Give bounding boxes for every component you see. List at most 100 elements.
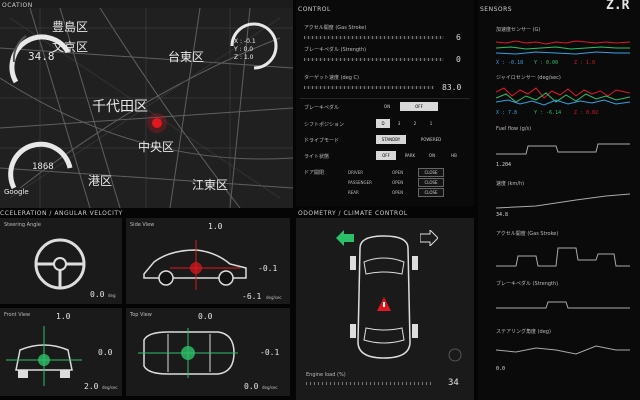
car-side-icon <box>143 240 247 290</box>
map-ward-label: 江東区 <box>192 178 229 192</box>
target-speed-value: 83.0 <box>442 83 462 92</box>
drive-powered-button[interactable]: POWERED <box>416 135 446 144</box>
top-view: Top View 0.0 -0.1 0.0 deg/sec <box>126 308 290 396</box>
turn-right-icon[interactable] <box>420 230 438 246</box>
control-panel: CONTROL アクセル開度 (Gas Stroke) 6 ブレーキペダル (S… <box>296 0 474 206</box>
door-passenger-state: OPEN <box>392 180 404 185</box>
front-unit: deg/sec <box>102 385 118 390</box>
top-unit: deg/sec <box>262 385 278 390</box>
front-view-label: Front View <box>4 312 31 318</box>
fuel-flow-graph <box>496 143 630 155</box>
brake-graph <box>496 301 630 309</box>
side-z-value: 1.0 <box>208 222 223 231</box>
engine-load-bar <box>306 382 432 385</box>
light-off-button[interactable]: OFF <box>376 151 396 160</box>
brake-on-button[interactable]: ON <box>376 102 398 111</box>
steering-wheel-icon <box>34 238 86 290</box>
target-speed-label: ターゲット速度 (deg C) <box>304 75 359 81</box>
steering-graph <box>496 345 630 355</box>
speed-sensor-value: 34.8 <box>496 212 509 218</box>
side-view-label: Side View <box>130 222 155 228</box>
brake-off-button[interactable]: OFF <box>400 102 438 111</box>
speed-value: 34.8 <box>28 50 55 63</box>
drive-standby-button[interactable]: STANDBY <box>376 135 406 144</box>
target-speed-slider[interactable] <box>304 86 434 89</box>
door-rear-state: OPEN <box>392 190 404 195</box>
divider <box>300 98 470 99</box>
car-front-icon <box>6 326 82 386</box>
odometry-view: Engine load (%) 34 <box>296 218 474 400</box>
top-angle-value: 0.0 <box>244 382 259 391</box>
shift-1-button[interactable]: 1 <box>424 119 438 128</box>
front-z-value: 1.0 <box>56 312 71 321</box>
door-label: ドア開閉 <box>304 170 325 176</box>
shift-3-button[interactable]: 3 <box>392 119 406 128</box>
accel-sensor-label: 加速度センサー (G) <box>496 27 541 33</box>
side-unit: deg/sec <box>266 295 282 300</box>
door-driver-name: DRIVER <box>348 170 364 175</box>
sensors-panel: SENSORS Z.R 加速度センサー (G) X : -0.18 Y : 0.… <box>478 0 640 400</box>
map-accel-x: X : -0.1 <box>234 38 256 45</box>
door-passenger-name: PASSENGER <box>348 180 372 185</box>
speed-sensor-label: 速度 (km/h) <box>496 181 525 187</box>
shift-2-button[interactable]: 2 <box>408 119 422 128</box>
fan-icon[interactable] <box>448 348 462 362</box>
door-driver-close-button[interactable]: CLOSE <box>418 168 444 177</box>
control-title: CONTROL <box>298 6 331 13</box>
top-x-value: -0.1 <box>260 348 280 357</box>
gyro-y: Y : -6.14 <box>534 110 562 116</box>
location-panel: OCATION 豊島区 文京区 台東区 千代田区 中央区 港区 江東区 34.8… <box>0 0 293 208</box>
front-angle-value: 2.0 <box>84 382 99 391</box>
accel-sensor-x: X : -0.18 <box>496 60 524 66</box>
steering-sensor-label: ステアリング角度 (deg) <box>496 329 551 335</box>
door-rear-name: REAR <box>348 190 359 195</box>
front-view: Front View 1.0 0.0 2.0 deg/sec <box>0 308 122 396</box>
steering-unit: deg <box>108 293 116 298</box>
engine-load-value: 34 <box>448 378 459 388</box>
side-view: Side View 1.0 -0.1 -6.1 deg/sec <box>126 218 290 304</box>
accel-sensor-y: Y : 0.00 <box>534 60 559 66</box>
map-ward-label: 中央区 <box>138 140 175 154</box>
drive-mode-label: ドライブモード <box>304 138 340 144</box>
map-accel-z: Z : 1.0 <box>234 54 254 61</box>
accel-sensor-graph <box>496 40 630 55</box>
accel-title: CCELERATION / ANGULAR VELOCITY <box>0 210 123 217</box>
light-park-button[interactable]: PARK <box>400 151 420 160</box>
brake-strength-value: 0 <box>456 55 461 64</box>
door-passenger-close-button[interactable]: CLOSE <box>418 178 444 187</box>
top-view-label: Top View <box>130 312 152 318</box>
accel-sensor-z: Z : 1.0 <box>574 60 596 66</box>
door-rear-close-button[interactable]: CLOSE <box>418 188 444 197</box>
shift-d-button[interactable]: D <box>376 119 390 128</box>
map-ward-label: 千代田区 <box>92 99 148 115</box>
accel-stroke-slider[interactable] <box>304 36 444 39</box>
gyro-z: Z : 0.02 <box>574 110 599 116</box>
gas-stroke-graph <box>496 247 630 267</box>
brake-strength-slider[interactable] <box>304 58 444 61</box>
brake-strength-label: ブレーキペダル (Strength) <box>304 47 367 53</box>
shift-label: シフトポジション <box>304 122 345 128</box>
fuel-flow-value: 1.204 <box>496 162 512 168</box>
light-hb-button[interactable]: HB <box>446 151 462 160</box>
rpm-value: 1868 <box>32 162 54 172</box>
accel-panel: CCELERATION / ANGULAR VELOCITY Steering … <box>0 208 293 400</box>
top-y-value: 0.0 <box>198 312 213 321</box>
map-ward-label: 港区 <box>88 174 113 188</box>
fuel-flow-label: Fuel flow (g/s) <box>496 126 532 132</box>
steering-value: 0.0 <box>90 290 105 299</box>
engine-load-label: Engine load (%) <box>306 372 346 378</box>
front-y-value: 0.0 <box>98 348 113 357</box>
side-angle-value: -6.1 <box>242 292 262 301</box>
gyro-x: X : 7.8 <box>496 110 518 116</box>
steering-label: Steering Angle <box>4 222 41 228</box>
odometry-panel: ODOMETRY / CLIMATE CONTROL Engine load (… <box>296 208 474 400</box>
gyro-graph <box>496 87 630 106</box>
light-label: ライト状態 <box>304 154 330 160</box>
map-ward-label: 台東区 <box>168 50 205 64</box>
sensors-title: SENSORS <box>480 6 513 13</box>
light-on-button[interactable]: ON <box>424 151 440 160</box>
odometry-title: ODOMETRY / CLIMATE CONTROL <box>298 210 408 217</box>
accel-stroke-value: 6 <box>456 33 461 42</box>
app-logo: Z.R <box>606 0 630 13</box>
google-logo: Google <box>4 188 29 196</box>
